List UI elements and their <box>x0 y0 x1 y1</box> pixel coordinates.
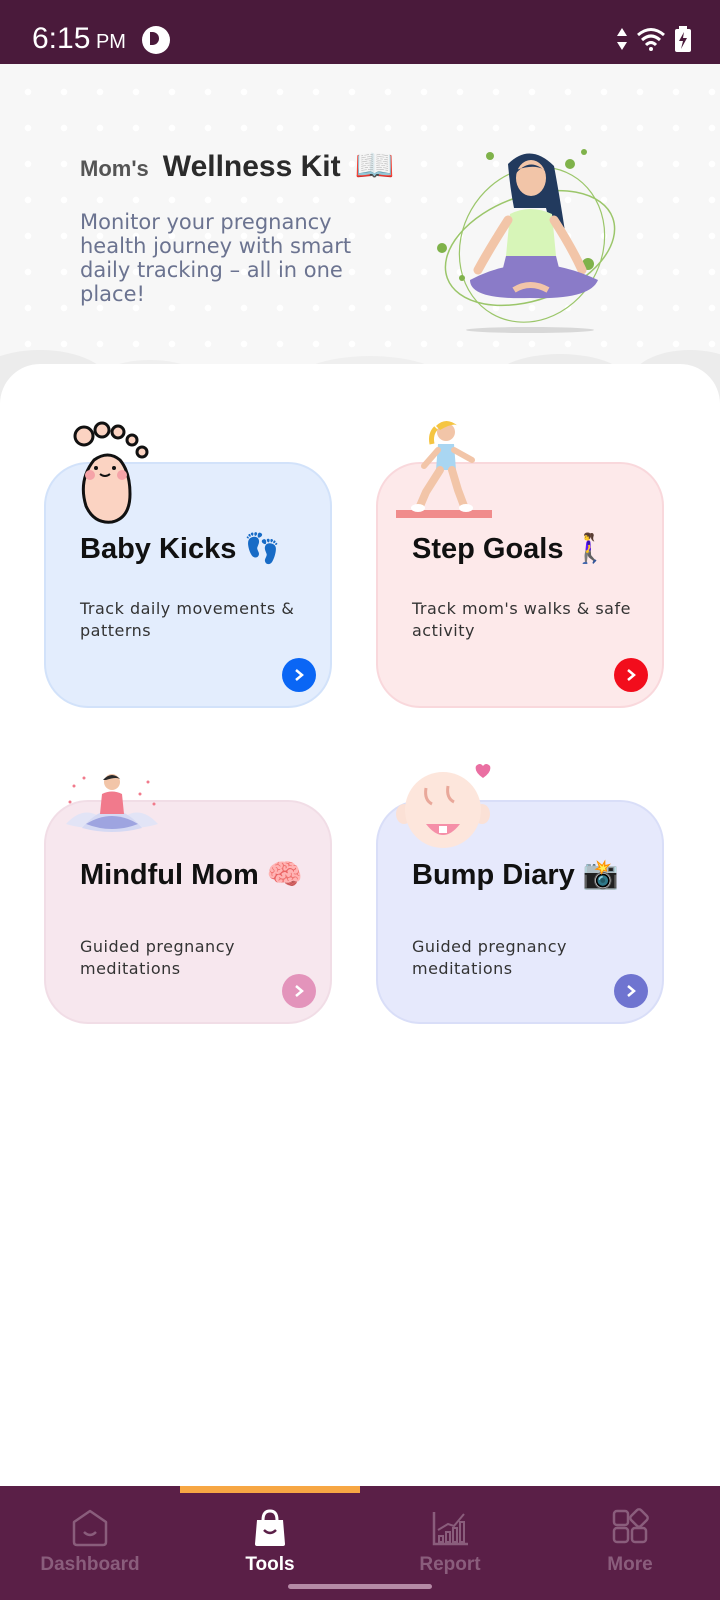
mindful-mom-arrow-button[interactable] <box>282 974 316 1008</box>
battery-charging-icon <box>675 26 691 52</box>
book-icon: 📖 <box>354 146 395 184</box>
camera-flash-icon: 📸 <box>582 859 619 891</box>
home-icon <box>72 1509 108 1547</box>
app-icon <box>142 26 170 54</box>
meditation-lotus-illustration <box>66 774 158 832</box>
status-bar: 6:15 PM <box>0 0 720 64</box>
chevron-right-icon <box>295 985 304 997</box>
brain-icon: 🧠 <box>266 859 303 891</box>
page-title: Wellness Kit <box>162 150 341 183</box>
bottom-nav: Dashboard Tools Report More <box>0 1486 720 1600</box>
bar-chart-icon <box>432 1512 468 1546</box>
walking-woman-icon: 🚶‍♀️ <box>571 533 608 565</box>
header-pre-title: Mom's <box>80 156 149 181</box>
baby-kicks-title-text: Baby Kicks <box>80 533 237 565</box>
baby-foot-illustration <box>73 421 149 524</box>
active-tab-indicator <box>180 1486 360 1493</box>
status-time: 6:15 PM <box>32 22 126 56</box>
status-time-ampm: PM <box>95 31 126 53</box>
footprints-icon: 👣 <box>244 533 281 565</box>
wifi-icon <box>637 28 665 51</box>
mindful-mom-title: Mindful Mom 🧠 <box>80 858 303 892</box>
step-goals-title: Step Goals 🚶‍♀️ <box>412 532 608 566</box>
mindful-mom-description: Guided pregnancy meditations <box>80 937 235 978</box>
step-goals-description: Track mom's walks & safe activity <box>412 599 631 640</box>
nav-label-tools: Tools <box>245 1554 295 1575</box>
chevron-right-icon <box>627 985 636 997</box>
home-indicator[interactable] <box>288 1584 432 1589</box>
bump-diary-description: Guided pregnancy meditations <box>412 937 567 978</box>
baby-kicks-description: Track daily movements & patterns <box>80 599 295 640</box>
meditating-woman-illustration <box>437 149 616 333</box>
baby-face-illustration <box>396 764 491 848</box>
grid-icon <box>612 1508 649 1544</box>
nav-item-tools[interactable]: Tools <box>180 1508 360 1588</box>
header-title: Mom's Wellness Kit 📖 <box>80 146 394 184</box>
step-goals-title-text: Step Goals <box>412 533 564 565</box>
nav-item-dashboard[interactable]: Dashboard <box>0 1508 180 1588</box>
bump-diary-title: Bump Diary 📸 <box>412 858 619 892</box>
status-time-value: 6:15 <box>32 22 91 55</box>
nav-label-report: Report <box>419 1554 481 1575</box>
shopping-bag-icon <box>255 1509 285 1546</box>
nav-item-more[interactable]: More <box>540 1508 720 1588</box>
baby-kicks-title: Baby Kicks 👣 <box>80 532 281 566</box>
nav-item-report[interactable]: Report <box>360 1508 540 1588</box>
step-goals-arrow-button[interactable] <box>614 658 648 692</box>
bump-diary-title-text: Bump Diary <box>412 859 575 891</box>
walking-woman-illustration <box>396 421 492 518</box>
status-icons <box>616 24 692 54</box>
chevron-right-icon <box>627 669 636 681</box>
data-arrows-icon <box>617 28 627 50</box>
mindful-mom-title-text: Mindful Mom <box>80 859 259 891</box>
nav-label-dashboard: Dashboard <box>40 1554 140 1575</box>
bump-diary-arrow-button[interactable] <box>614 974 648 1008</box>
nav-label-more: More <box>607 1554 653 1575</box>
baby-kicks-arrow-button[interactable] <box>282 658 316 692</box>
screen: 6:15 PM Mom's Wellness Kit 📖 Monitor you… <box>0 0 720 1600</box>
chevron-right-icon <box>295 669 304 681</box>
header-description: Monitor your pregnancy health journey wi… <box>80 210 352 306</box>
